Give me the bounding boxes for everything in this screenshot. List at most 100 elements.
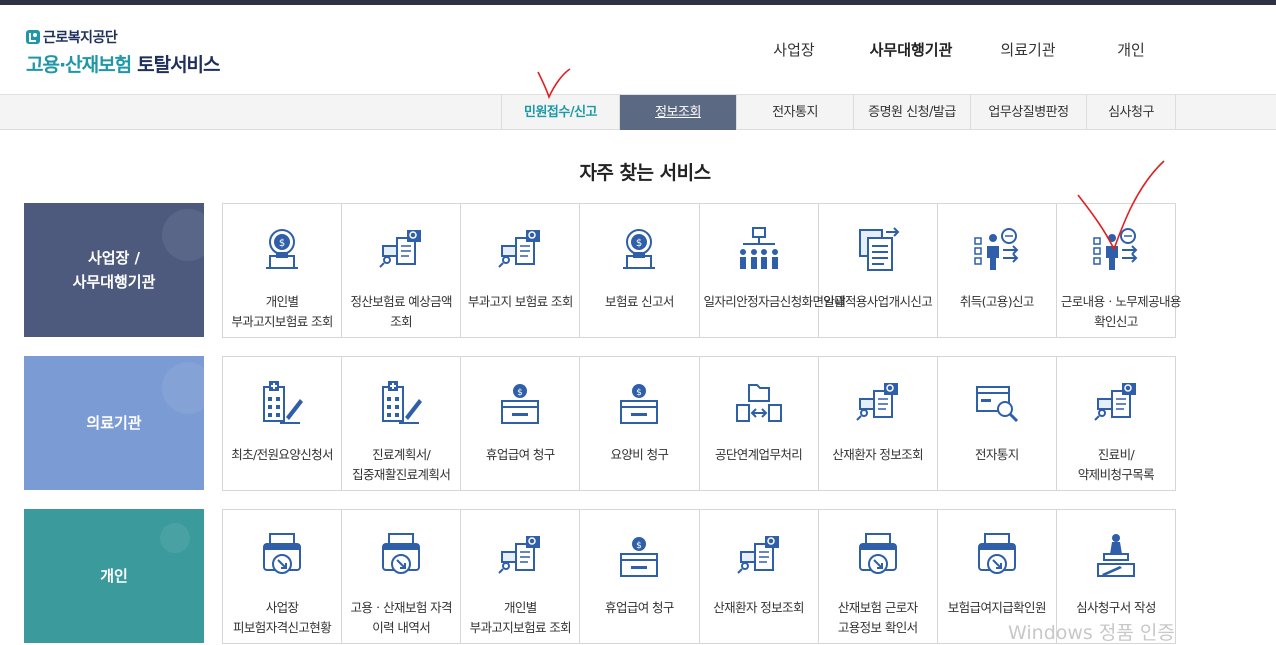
service-tile[interactable]: 산재보험 근로자 고용정보 확인서 <box>819 510 938 643</box>
logo-service-b: 토탈서비스 <box>137 54 220 76</box>
service-label: 개인별 부과고지보험료 조회 <box>469 600 572 635</box>
folder-exchange-icon <box>735 384 782 422</box>
document-search-icon <box>736 536 779 574</box>
coin-bulb-icon: $ <box>623 229 656 269</box>
document-search-icon <box>379 230 422 268</box>
tab-e-notice[interactable]: 전자통지 <box>736 95 853 130</box>
printer-arrow-icon <box>382 533 421 574</box>
svg-text:$: $ <box>637 541 643 551</box>
service-label: 산재환자 정보조회 <box>832 447 923 462</box>
service-tile[interactable]: 최초/전원요양신청서 <box>223 357 343 490</box>
hospital-pen-icon <box>382 381 423 424</box>
tab-info-inquiry[interactable]: 정보조회 <box>619 95 736 130</box>
gnb-item-personal[interactable]: 개인 <box>1117 39 1145 60</box>
service-tile[interactable]: 부과고지 보험료 조회 <box>461 204 581 337</box>
org-chart-icon <box>739 227 778 269</box>
service-label: 산재환자 정보조회 <box>713 600 804 615</box>
service-tile[interactable]: 근로내용ㆍ노무제공내용 확인신고 <box>1057 204 1182 337</box>
category-title-line1: 개인 <box>100 567 128 585</box>
service-label: 진료계획서/집중재활진료계획서 <box>352 447 451 482</box>
document-search-icon <box>1094 383 1136 421</box>
service-label: 정산보험료 예상금액 조회 <box>350 294 452 329</box>
windows-activation-watermark: Windows 정품 인증 <box>1008 622 1175 644</box>
service-label: 최초/전원요양신청서 <box>231 447 333 462</box>
person-chat-icon <box>1093 228 1138 270</box>
category-personal: 개인 <box>24 509 204 643</box>
category-title-line1: 의료기관 <box>86 414 142 432</box>
service-label: 휴업급여 청구 <box>605 600 674 615</box>
tab-certificate[interactable]: 증명원 신청/발급 <box>853 95 970 130</box>
category-decoration <box>162 362 204 414</box>
document-search-icon <box>855 383 898 421</box>
service-label: 사업장 피보험자격신고현황 <box>233 600 332 635</box>
service-tile[interactable]: 전자통지 <box>938 357 1057 490</box>
category-medical: 의료기관 <box>24 356 204 490</box>
tab-disease-judgment[interactable]: 업무상질병판정 <box>970 95 1086 130</box>
service-label: 부과고지 보험료 조회 <box>467 294 573 309</box>
category-decoration <box>160 523 190 553</box>
service-grid-medical: 최초/전원요양신청서 진료계획서/집중재활진료계획서 $ 휴업급여 청구 $ 요양비… <box>222 356 1176 491</box>
service-tile[interactable]: 산재환자 정보조회 <box>819 357 938 490</box>
service-label: 진료비/약제비청구목록 <box>1077 447 1155 482</box>
category-title-line1: 사업장 / <box>87 249 141 267</box>
service-tile[interactable]: 고용ㆍ산재보험 자격 이력 내역서 <box>342 510 462 643</box>
logo-org-text: 근로복지공단 <box>43 30 118 46</box>
service-tile[interactable]: 정산보험료 예상금액 조회 <box>342 204 462 337</box>
service-tile[interactable]: 진료비/약제비청구목록 <box>1057 357 1175 490</box>
service-tile[interactable]: $ 개인별 부과고지보험료 조회 <box>223 204 343 337</box>
logo-service-name: 고용·산재보험 토탈서비스 <box>26 50 221 77</box>
coin-box-icon: $ <box>620 537 659 577</box>
service-label: 산재보험 근로자 고용정보 확인서 <box>837 600 918 635</box>
tab-complaint-report[interactable]: 민원접수/신고 <box>501 95 619 130</box>
service-tile[interactable]: $ 요양비 청구 <box>580 357 700 490</box>
category-title: 의료기관 <box>86 411 141 435</box>
gnb-item-agency[interactable]: 사무대행기관 <box>870 39 953 60</box>
service-tile[interactable]: 일괄적용사업개시신고 <box>819 204 938 337</box>
coin-box-icon: $ <box>620 384 659 424</box>
svg-text:$: $ <box>636 238 642 249</box>
category-decoration <box>162 209 204 261</box>
service-tile[interactable]: 취득(고용)신고 <box>938 204 1057 337</box>
service-label: 휴업급여 청구 <box>485 447 555 462</box>
service-label: 개인별 부과고지보험료 조회 <box>231 294 333 329</box>
service-tile[interactable]: 개인별 부과고지보험료 조회 <box>461 510 581 643</box>
service-tile[interactable]: 공단연계업무처리 <box>700 357 819 490</box>
tab-review-request[interactable]: 심사청구 <box>1086 95 1176 130</box>
service-label: 고용ㆍ산재보험 자격 이력 내역서 <box>350 600 452 635</box>
service-grid-business: $ 개인별 부과고지보험료 조회 정산보험료 예상금액 조회 부과고지 보험료 조… <box>222 203 1182 338</box>
logo-mark-icon <box>26 30 40 44</box>
document-stack-icon <box>858 227 900 271</box>
service-tile[interactable]: $ 보험료 신고서 <box>580 204 700 337</box>
category-title: 개인 <box>100 564 128 588</box>
coin-bulb-icon: $ <box>266 229 299 269</box>
svg-text:$: $ <box>517 388 523 398</box>
printer-arrow-icon <box>858 533 897 574</box>
hospital-pen-icon <box>263 381 304 424</box>
sub-navigation: 민원접수/신고 정보조회 전자통지 증명원 신청/발급 업무상질병판정 심사청구 <box>0 94 1276 130</box>
document-search-icon <box>498 536 541 574</box>
service-label: 보험급여지급확인원 <box>947 600 1047 615</box>
service-label: 취득(고용)신고 <box>959 294 1035 309</box>
category-title: 사업장 / 사무대행기관 <box>73 246 156 294</box>
service-tile[interactable]: $ 휴업급여 청구 <box>580 510 700 643</box>
service-label: 요양비 청구 <box>610 447 669 462</box>
site-logo[interactable]: 근로복지공단 고용·산재보험 토탈서비스 <box>26 27 221 77</box>
service-tile[interactable]: 일자리안정자금신청화면안내 <box>700 204 846 337</box>
service-tile[interactable]: 진료계획서/집중재활진료계획서 <box>342 357 462 490</box>
printer-arrow-icon <box>977 533 1016 574</box>
service-label: 일괄적용사업개시신고 <box>823 294 933 309</box>
gnb-item-business[interactable]: 사업장 <box>773 39 814 60</box>
service-label: 일자리안정자금신청화면안내 <box>703 294 846 309</box>
site-header: 근로복지공단 고용·산재보험 토탈서비스 사업장 사무대행기관 의료기관 개인 <box>0 5 1276 95</box>
gnb-item-medical[interactable]: 의료기관 <box>1000 39 1055 60</box>
service-tile[interactable]: $ 휴업급여 청구 <box>461 357 581 490</box>
category-title-line2: 사무대행기관 <box>72 273 156 291</box>
service-label: 근로내용ㆍ노무제공내용 확인신고 <box>1060 294 1182 329</box>
service-label: 공단연계업무처리 <box>714 447 803 462</box>
coin-box-icon: $ <box>501 384 540 424</box>
svg-text:$: $ <box>637 388 643 398</box>
logo-org-name: 근로복지공단 <box>26 27 220 47</box>
service-tile[interactable]: 사업장 피보험자격신고현황 <box>223 510 343 643</box>
service-label: 심사청구서 작성 <box>1076 600 1156 615</box>
service-tile[interactable]: 산재환자 정보조회 <box>700 510 819 643</box>
